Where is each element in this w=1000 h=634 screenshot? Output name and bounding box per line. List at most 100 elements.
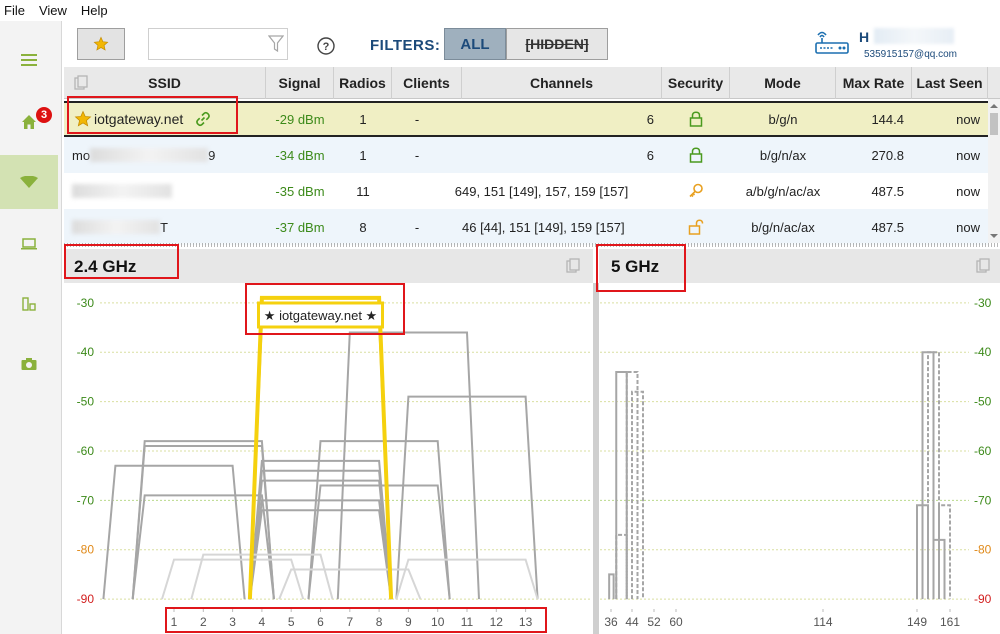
mode-cell: b/g/n/ax: [759, 147, 807, 163]
y-tick-label: -30: [77, 296, 95, 310]
clients-cell: -: [414, 219, 420, 235]
menu-help[interactable]: Help: [81, 3, 108, 18]
y-tick-label: -40: [974, 345, 992, 359]
x-tick-label: 7: [346, 615, 353, 629]
last-seen-cell: now: [956, 219, 980, 235]
channels-cell: 46 [44], 151 [149], 159 [157]: [462, 219, 625, 235]
sidebar-item-home[interactable]: 3: [0, 95, 58, 149]
column-header-ssid[interactable]: SSID: [64, 67, 266, 99]
column-header-security[interactable]: Security: [662, 67, 730, 99]
table-row[interactable]: iotgateway.net -29 dBm 1 - 6 b/g/n 144.4…: [64, 101, 988, 137]
panel-header-24ghz: 2.4 GHz: [64, 249, 593, 283]
radios-cell: 8: [359, 219, 367, 235]
y-tick-label: -30: [974, 296, 992, 310]
copy-icon[interactable]: [74, 75, 88, 91]
mode-cell: a/b/g/n/ac/ax: [745, 183, 821, 199]
x-tick-label: 149: [907, 615, 927, 629]
column-header-radios[interactable]: Radios: [334, 67, 392, 99]
link-icon[interactable]: [195, 111, 211, 127]
hamburger-icon: [21, 54, 37, 66]
ssid-label: iotgateway.net: [94, 111, 184, 127]
help-icon[interactable]: ?: [317, 37, 335, 55]
channels-cell: 6: [646, 147, 654, 163]
copy-icon[interactable]: [566, 258, 580, 274]
x-tick-label: 9: [405, 615, 412, 629]
radios-cell: 1: [359, 147, 367, 163]
redacted-ssid: [72, 184, 172, 198]
column-header-clients[interactable]: Clients: [392, 67, 462, 99]
star-icon[interactable]: [74, 110, 92, 128]
notification-badge: 3: [36, 107, 52, 123]
y-tick-label: -60: [77, 444, 95, 458]
scroll-up-icon[interactable]: [988, 101, 1000, 111]
y-tick-label: -60: [974, 444, 992, 458]
scroll-thumb[interactable]: [990, 113, 998, 135]
max-rate-cell: 487.5: [871, 219, 904, 235]
signal-cell: -34 dBm: [275, 147, 325, 163]
sidebar-item-network[interactable]: [0, 277, 58, 331]
channels-cell: 49, 151 [149], 157, 159 [157]: [462, 183, 629, 199]
x-tick-label: 8: [376, 615, 383, 629]
table-row[interactable]: -35 dBm 11 6 49, 151 [149], 157, 159 [15…: [64, 173, 988, 209]
filter-hidden-button[interactable]: [HIDDEN]: [506, 28, 608, 60]
signal-cell: -35 dBm: [275, 183, 325, 199]
sidebar-item-devices[interactable]: [0, 217, 58, 271]
x-tick-label: 36: [604, 615, 618, 629]
clients-cell: -: [414, 147, 420, 163]
x-tick-label: 44: [625, 615, 639, 629]
y-tick-label: -90: [974, 592, 992, 606]
ssid-suffix: 9: [208, 147, 216, 163]
x-tick-label: 6: [317, 615, 324, 629]
radios-cell: 1: [359, 111, 367, 127]
x-tick-label: 10: [431, 615, 445, 629]
y-tick-label: -70: [974, 493, 992, 507]
radios-cell: 11: [356, 183, 370, 199]
favorites-button[interactable]: [77, 28, 125, 60]
x-tick-label: 3: [229, 615, 236, 629]
last-seen-cell: now: [956, 183, 980, 199]
search-input[interactable]: [148, 28, 288, 60]
scroll-down-icon[interactable]: [988, 231, 1000, 241]
x-tick-label: 11: [461, 615, 474, 629]
star-icon: [93, 36, 109, 51]
toolbar: ? FILTERS: ALL [HIDDEN] H 535915157@qq.c…: [64, 21, 1000, 67]
menu-view[interactable]: View: [39, 3, 67, 18]
sidebar-item-camera[interactable]: [0, 337, 58, 391]
column-header-max-rate[interactable]: Max Rate: [836, 67, 912, 99]
x-tick-label: 5: [288, 615, 295, 629]
laptop-icon: [21, 238, 37, 250]
account-email: 535915157@qq.com: [864, 49, 957, 60]
hamburger-menu-button[interactable]: [0, 33, 58, 87]
highlight-label: ★ iotgateway.net ★: [264, 308, 377, 323]
x-tick-label: 2: [200, 615, 207, 629]
y-tick-label: -40: [77, 345, 95, 359]
column-header-channels[interactable]: Channels: [462, 67, 662, 99]
y-tick-label: -50: [77, 395, 95, 409]
router-icon: [815, 31, 849, 54]
filters-label: FILTERS:: [370, 37, 441, 54]
column-header-signal[interactable]: Signal: [266, 67, 334, 99]
x-tick-label: 161: [940, 615, 960, 629]
account-name: H: [859, 29, 870, 45]
filter-icon[interactable]: [268, 35, 284, 53]
clients-cell: 6: [454, 183, 462, 199]
network-table: SSID Signal Radios Clients Channels Secu…: [64, 67, 1000, 245]
table-row[interactable]: mo 9 -34 dBm 1 - 6 b/g/n/ax 270.8 now: [64, 137, 988, 173]
signal-cell: -37 dBm: [275, 219, 325, 235]
menu-file[interactable]: File: [4, 3, 25, 18]
x-tick-label: 60: [669, 615, 683, 629]
y-tick-label: -80: [974, 543, 992, 557]
x-tick-label: 4: [259, 615, 266, 629]
table-scrollbar[interactable]: [988, 99, 1000, 243]
column-header-mode[interactable]: Mode: [730, 67, 836, 99]
x-tick-label: 1: [171, 615, 178, 629]
network-icon: [22, 297, 36, 311]
column-header-last-seen[interactable]: Last Seen: [912, 67, 988, 99]
panel-splitter[interactable]: [64, 243, 1000, 247]
table-row[interactable]: T -37 dBm 8 - 46 [44], 151 [149], 159 [1…: [64, 209, 988, 245]
filter-all-button[interactable]: ALL: [444, 28, 506, 60]
redacted-ssid: [72, 220, 160, 234]
sidebar-item-wifi[interactable]: [0, 155, 58, 209]
copy-icon[interactable]: [976, 258, 990, 274]
svg-text:?: ?: [323, 41, 330, 53]
